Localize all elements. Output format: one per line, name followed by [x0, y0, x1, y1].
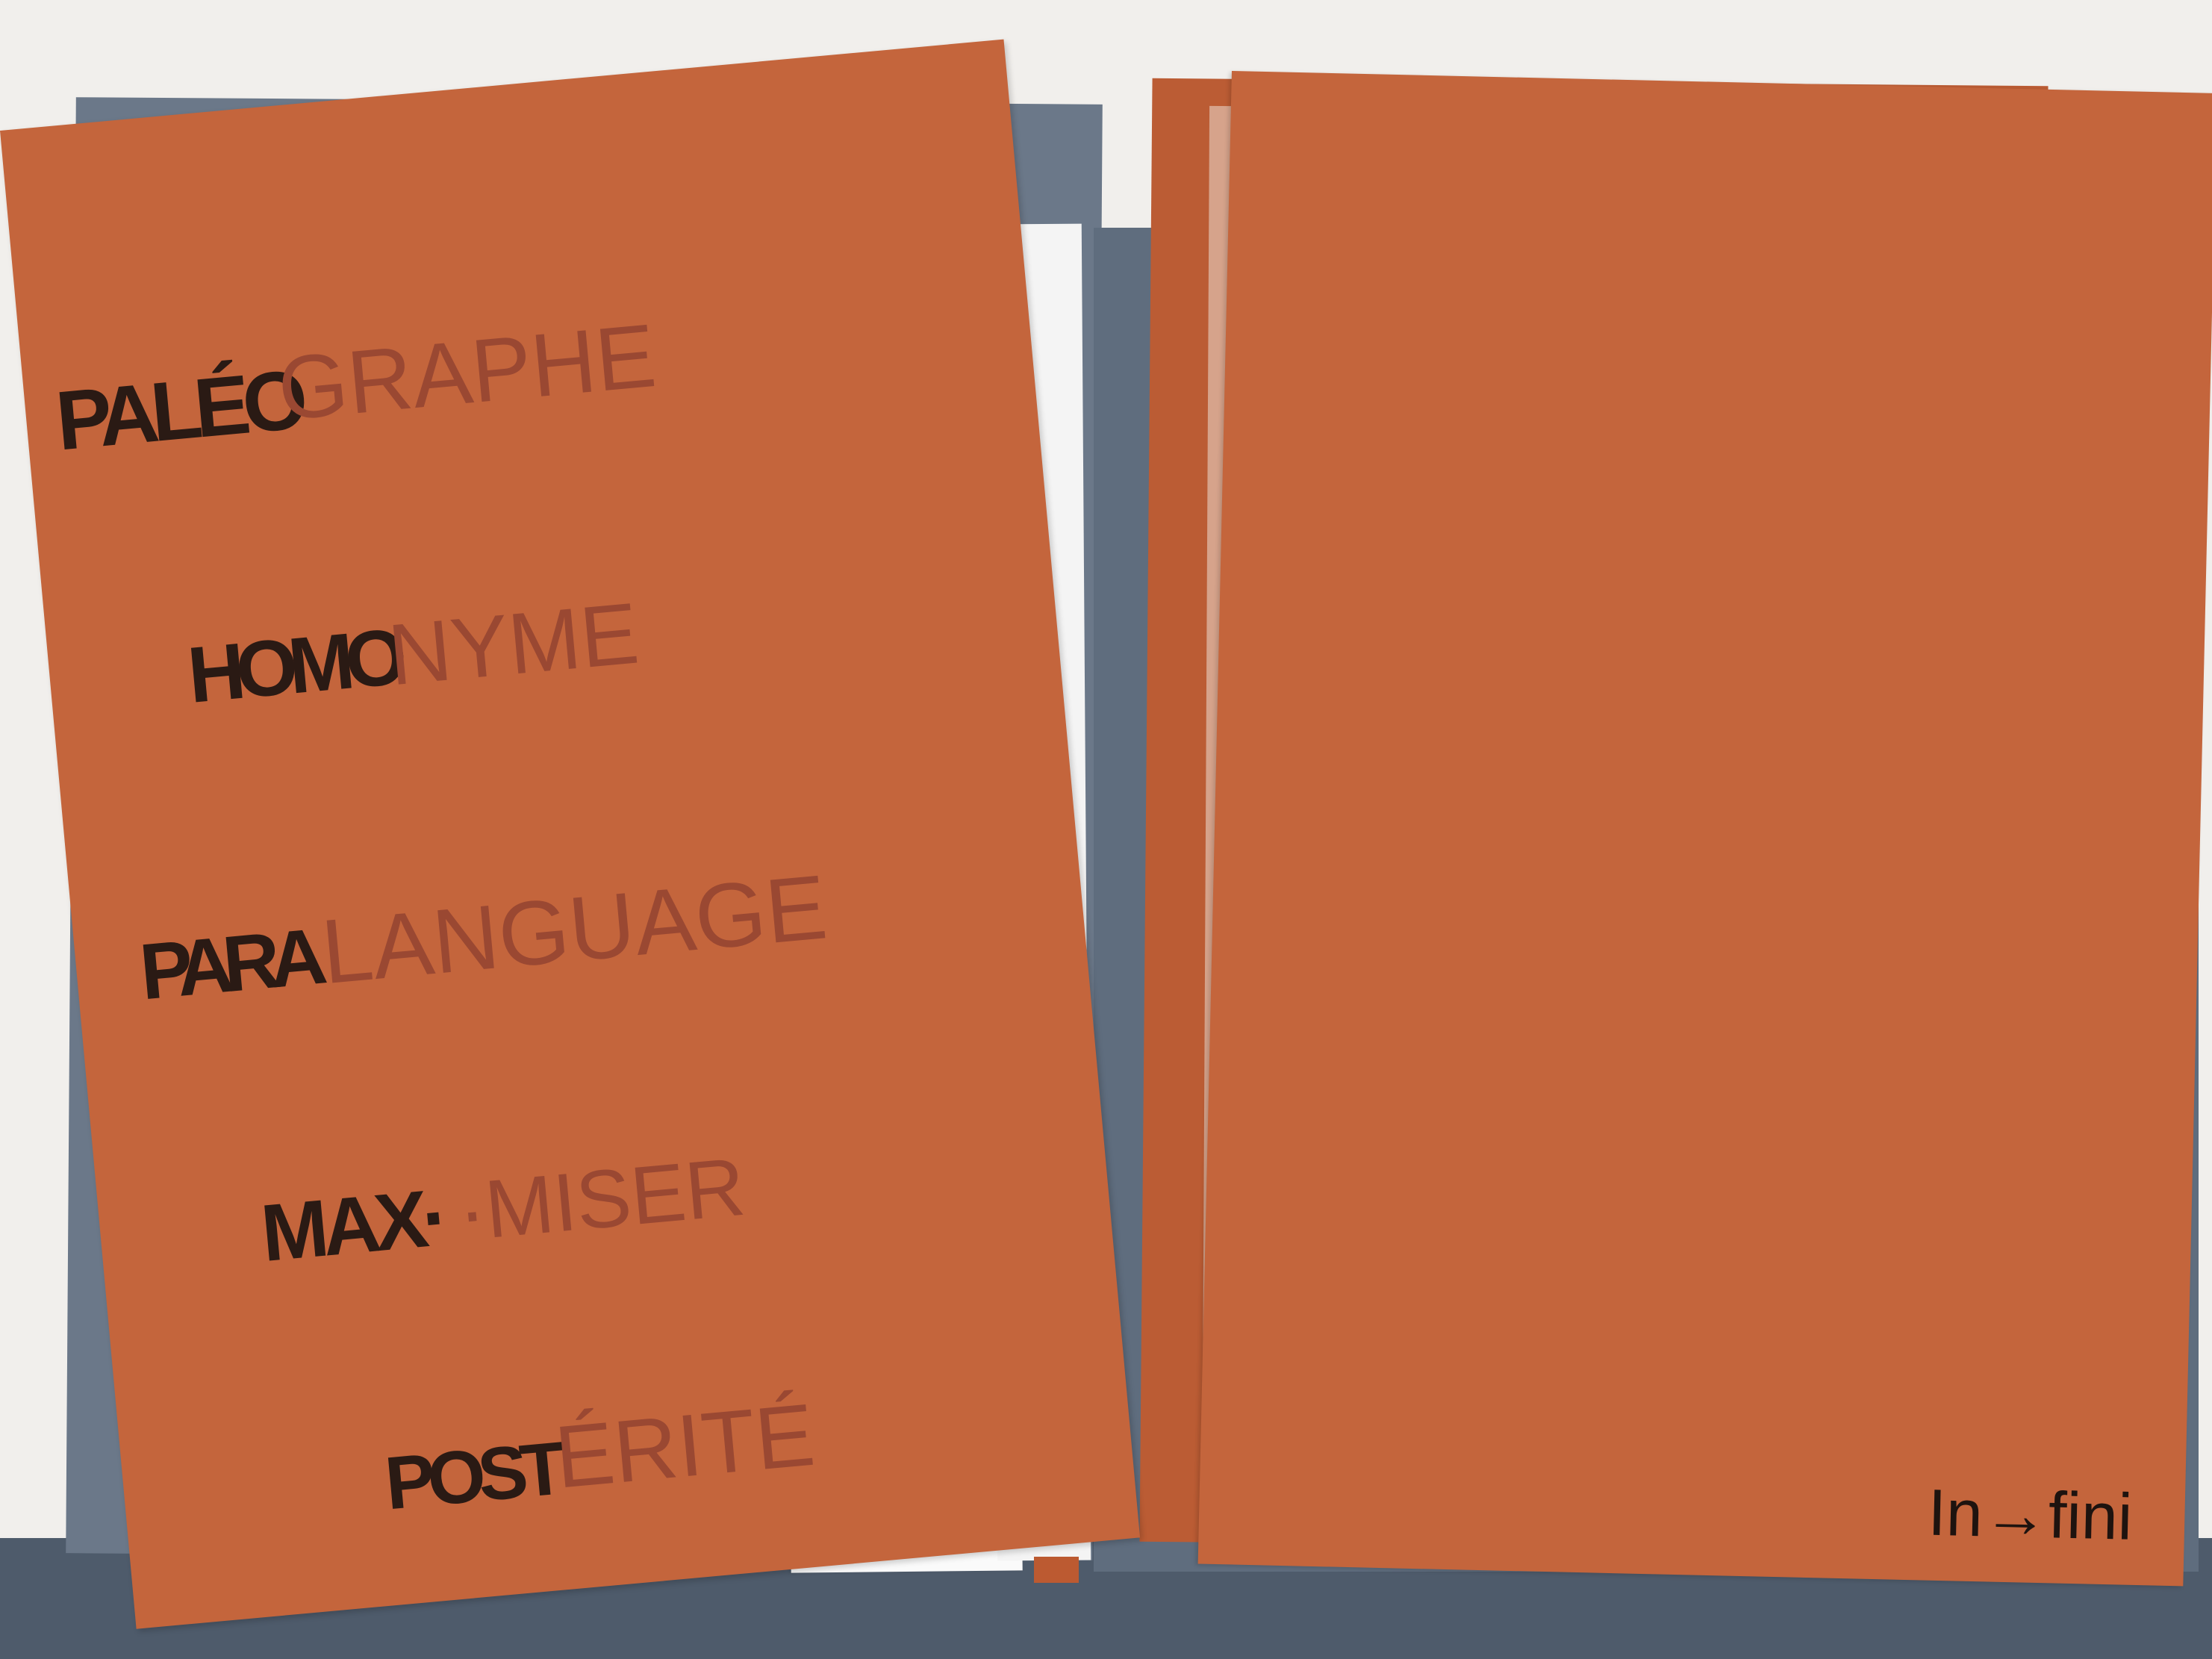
word-suffix: ÉRITÉ — [551, 1385, 819, 1507]
infini-label: In→fini — [1927, 1475, 2134, 1554]
word-prefix: PALÉO — [52, 352, 305, 468]
photo-scene: In→fini PALÉO GRAPHE HOMO NYME PARA LANG… — [0, 0, 2212, 1659]
word-prefix: PARA — [136, 912, 320, 1017]
word-prefix: MAX· — [257, 1171, 447, 1279]
word-prefix: POST — [381, 1426, 562, 1526]
word-suffix: LANGUAGE — [317, 856, 831, 1003]
word-suffix: NYME — [384, 584, 643, 704]
word-suffix: ·MISER — [454, 1140, 749, 1259]
word-prefix: HOMO — [184, 612, 402, 720]
word-suffix: GRAPHE — [273, 305, 660, 440]
folder-center-tab — [1034, 1557, 1079, 1583]
left-card: PALÉO GRAPHE HOMO NYME PARA LANGUAGE MAX… — [0, 39, 1141, 1629]
right-card-front: In→fini — [1197, 71, 2212, 1587]
